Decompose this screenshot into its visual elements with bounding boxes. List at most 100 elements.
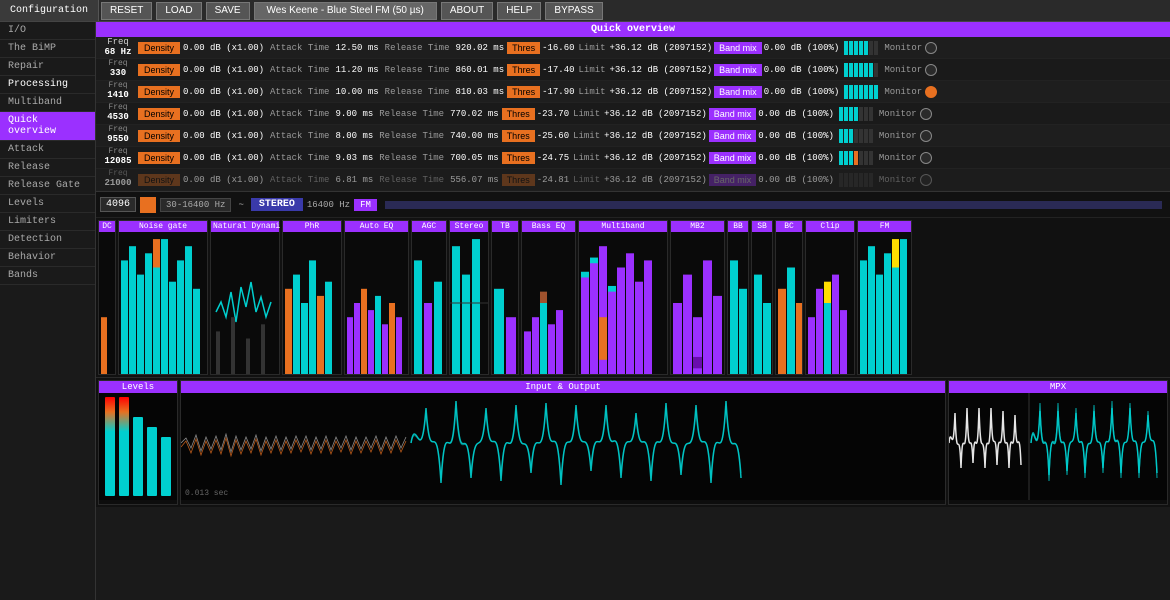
sb-chart — [752, 232, 772, 374]
monitor-circle-3[interactable] — [925, 86, 937, 98]
sidebar-item-bands[interactable]: Bands — [0, 267, 95, 285]
viz-label-bc: BC — [776, 221, 802, 232]
thres-val-5: -25.60 — [537, 131, 569, 141]
bandmix-val-3: 0.00 dB (100%) — [764, 87, 840, 97]
bandmix-btn-7[interactable]: Band mix — [709, 174, 757, 186]
monitor-circle-5[interactable] — [920, 130, 932, 142]
load-button[interactable]: LOAD — [156, 2, 201, 20]
bands-table: Freq68 Hz Density 0.00 dB (x1.00) Attack… — [96, 37, 1170, 191]
monitor-lbl-4: Monitor — [879, 109, 917, 119]
bc-chart — [776, 232, 802, 374]
viz-module-beq: Bass EQ — [521, 220, 576, 375]
monitor-circle-6[interactable] — [920, 152, 932, 164]
viz-module-tb: TB — [491, 220, 519, 375]
attack-lbl-3: Attack Time — [270, 87, 329, 97]
density-btn-3[interactable]: Density — [138, 86, 180, 98]
thres-btn-3[interactable]: Thres — [507, 86, 540, 98]
density-btn-7[interactable]: Density — [138, 174, 180, 186]
bandmix-btn-3[interactable]: Band mix — [714, 86, 762, 98]
viz-freq2: 16400 Hz — [307, 200, 350, 210]
viz-body-dc — [99, 232, 115, 374]
bandmix-btn-6[interactable]: Band mix — [709, 152, 757, 164]
level-bar-4 — [147, 427, 157, 496]
freq-label-2: Freq330 — [98, 60, 138, 79]
preset-button[interactable]: Wes Keene - Blue Steel FM (50 µs) — [254, 2, 437, 20]
quick-overview-title: Quick overview — [96, 22, 1170, 37]
monitor-circle-4[interactable] — [920, 108, 932, 120]
monitor-lbl-7: Monitor — [879, 175, 917, 185]
monitor-circle-1[interactable] — [925, 42, 937, 54]
help-button[interactable]: HELP — [497, 2, 541, 20]
bandmix-btn-4[interactable]: Band mix — [709, 108, 757, 120]
bandmix-btn-5[interactable]: Band mix — [709, 130, 757, 142]
viz-control-bar: 4096 30-16400 Hz ~ STEREO 16400 Hz FM — [96, 191, 1170, 217]
viz-label-ng: Noise gate — [119, 221, 207, 232]
release-val-4: 770.02 ms — [450, 109, 499, 119]
viz-label-tb: TB — [492, 221, 518, 232]
density-btn-4[interactable]: Density — [138, 108, 180, 120]
content-area: Quick overview Freq68 Hz Density 0.00 dB… — [96, 22, 1170, 600]
viz-label-phr: PhR — [283, 221, 341, 232]
density-btn-5[interactable]: Density — [138, 130, 180, 142]
sidebar-item-thebimp[interactable]: The BiMP — [0, 40, 95, 58]
density-btn-1[interactable]: Density — [138, 42, 180, 54]
level-bar-L — [105, 397, 115, 496]
attack-val-1: 12.50 ms — [335, 43, 378, 53]
monitor-lbl-1: Monitor — [884, 43, 922, 53]
panel-mpx: MPX — [948, 380, 1168, 505]
density-btn-6[interactable]: Density — [138, 152, 180, 164]
thres-btn-6[interactable]: Thres — [502, 152, 535, 164]
sidebar-item-levels[interactable]: Levels — [0, 195, 95, 213]
freq-label-3: Freq1410 — [98, 82, 138, 101]
save-button[interactable]: SAVE — [206, 2, 250, 20]
viz-body-ng — [119, 232, 207, 374]
panel-levels: Levels — [98, 380, 178, 505]
viz-stereo[interactable]: STEREO — [251, 198, 303, 211]
bandmix-btn-2[interactable]: Band mix — [714, 64, 762, 76]
thres-btn-4[interactable]: Thres — [502, 108, 535, 120]
band-row-2: Freq330 Density 0.00 dB (x1.00) Attack T… — [96, 59, 1170, 81]
sidebar-item-detection[interactable]: Detection — [0, 231, 95, 249]
release-val-3: 810.03 ms — [455, 87, 504, 97]
viz-orange-btn[interactable] — [140, 197, 156, 213]
sidebar-item-io[interactable]: I/O — [0, 22, 95, 40]
viz-body-sb — [752, 232, 772, 374]
attack-lbl-2: Attack Time — [270, 65, 329, 75]
bypass-button[interactable]: BYPASS — [545, 2, 602, 20]
thres-btn-2[interactable]: Thres — [507, 64, 540, 76]
limit-lbl-3: Limit — [579, 87, 606, 97]
monitor-circle-7[interactable] — [920, 174, 932, 186]
freq-label-5: Freq9550 — [98, 126, 138, 145]
attack-val-7: 6.81 ms — [335, 175, 373, 185]
viz-label-fm: FM — [858, 221, 911, 232]
mpx-body — [949, 393, 1167, 500]
density-btn-2[interactable]: Density — [138, 64, 180, 76]
sidebar-item-processing[interactable]: Processing — [0, 76, 95, 94]
sidebar-item-behavior[interactable]: Behavior — [0, 249, 95, 267]
thres-btn-7[interactable]: Thres — [502, 174, 535, 186]
sidebar-item-release-gate[interactable]: Release Gate — [0, 177, 95, 195]
meter-mini-4 — [839, 107, 873, 121]
freq-label-4: Freq4530 — [98, 104, 138, 123]
freq-label-6: Freq12085 — [98, 148, 138, 167]
attack-lbl-5: Attack Time — [270, 131, 329, 141]
monitor-circle-2[interactable] — [925, 64, 937, 76]
thres-btn-1[interactable]: Thres — [507, 42, 540, 54]
sidebar-item-attack[interactable]: Attack — [0, 141, 95, 159]
bandmix-btn-1[interactable]: Band mix — [714, 42, 762, 54]
sidebar-item-multiband[interactable]: Multiband — [0, 94, 95, 112]
thres-btn-5[interactable]: Thres — [502, 130, 535, 142]
sidebar-item-limiters[interactable]: Limiters — [0, 213, 95, 231]
viz-spectrum-bar — [385, 201, 1162, 209]
reset-button[interactable]: RESET — [101, 2, 152, 20]
level-bar-5 — [161, 437, 171, 496]
release-lbl-1: Release Time — [385, 43, 450, 53]
attack-lbl-1: Attack Time — [270, 43, 329, 53]
sidebar-item-release[interactable]: Release — [0, 159, 95, 177]
sidebar-item-repair[interactable]: Repair — [0, 58, 95, 76]
sidebar-item-quick-overview[interactable]: Quick overview — [0, 112, 95, 141]
bb-chart — [728, 232, 748, 374]
viz-module-ng: Noise gate — [118, 220, 208, 375]
about-button[interactable]: ABOUT — [441, 2, 493, 20]
band-row-4: Freq4530 Density 0.00 dB (x1.00) Attack … — [96, 103, 1170, 125]
